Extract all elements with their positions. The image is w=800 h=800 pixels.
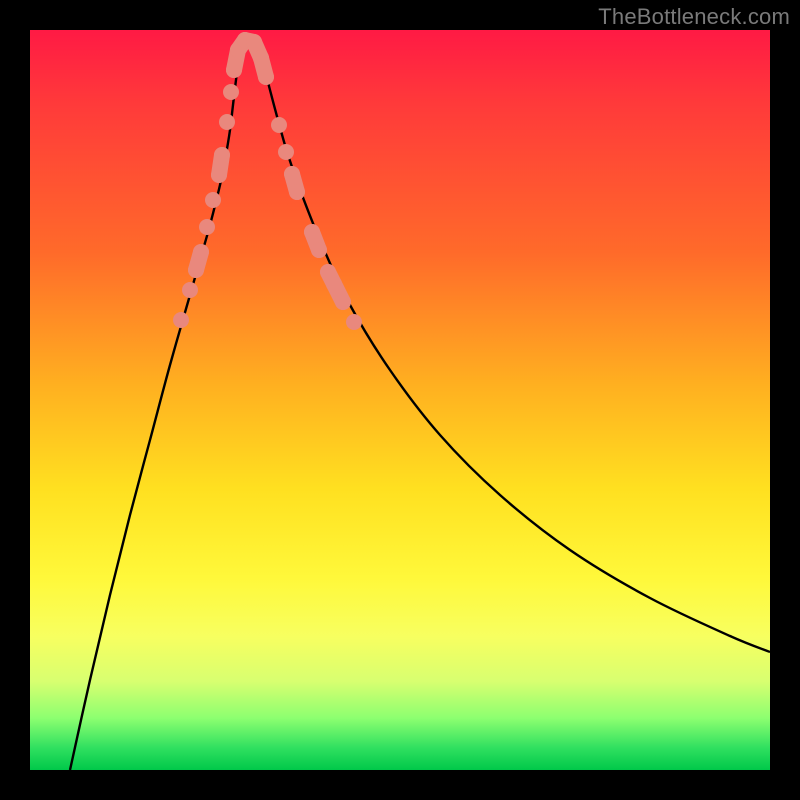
dots-layer <box>173 32 362 330</box>
marker-dot <box>335 294 351 310</box>
curve-right-branch <box>260 50 770 652</box>
plot-area <box>30 30 770 770</box>
marker-dot <box>219 114 235 130</box>
marker-dot <box>289 184 305 200</box>
watermark-text: TheBottleneck.com <box>598 4 790 30</box>
marker-dot <box>258 69 274 85</box>
marker-dot <box>271 117 287 133</box>
curves-svg <box>30 30 770 770</box>
marker-dot <box>199 219 215 235</box>
marker-dot <box>205 192 221 208</box>
marker-dot <box>346 314 362 330</box>
marker-dot <box>193 244 209 260</box>
curve-layer <box>70 35 770 770</box>
marker-dot <box>214 147 230 163</box>
marker-dot <box>278 144 294 160</box>
marker-dot <box>311 242 327 258</box>
marker-dot <box>173 312 189 328</box>
marker-dot <box>182 282 198 298</box>
chart-frame: TheBottleneck.com <box>0 0 800 800</box>
marker-dot <box>223 84 239 100</box>
